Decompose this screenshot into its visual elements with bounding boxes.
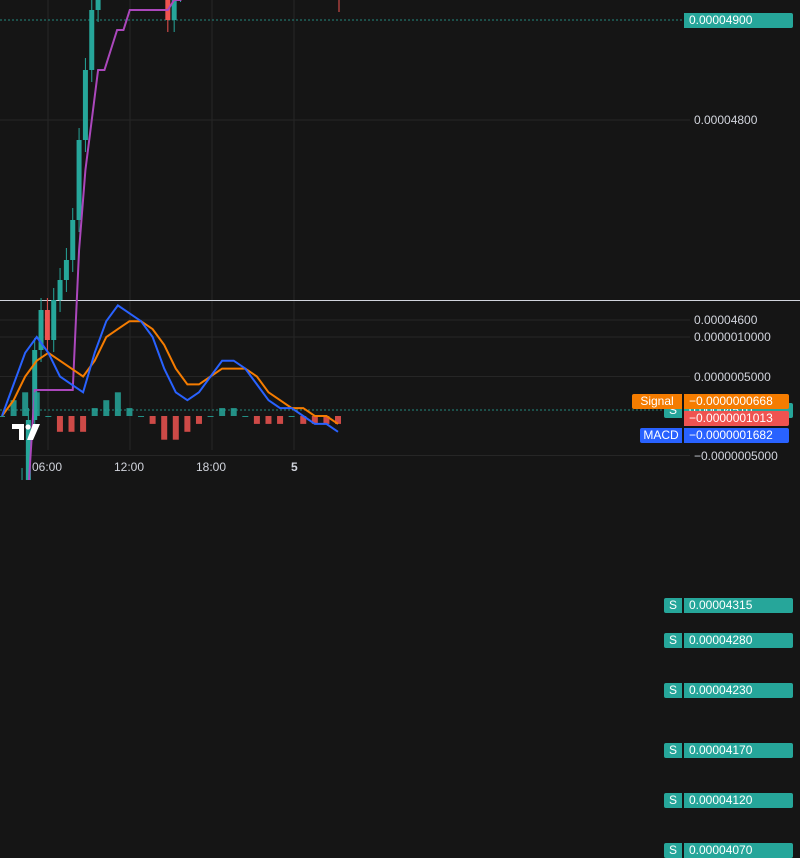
histogram-bar bbox=[33, 392, 40, 416]
level-tag-key: S bbox=[664, 742, 682, 758]
histogram-bar bbox=[219, 408, 226, 416]
histogram-bar bbox=[253, 416, 260, 424]
candle-body bbox=[51, 300, 57, 340]
macd-tick-label: 0.0000010000 bbox=[694, 330, 771, 344]
level-tag-key: S bbox=[664, 842, 682, 858]
level-tag-value: 0.00004900 bbox=[684, 12, 793, 28]
level-tag-value: 0.00004170 bbox=[684, 742, 793, 758]
histogram-bar bbox=[288, 416, 295, 417]
histogram-bar bbox=[80, 416, 87, 432]
histogram-bar bbox=[184, 416, 191, 432]
histogram-bar bbox=[138, 416, 145, 417]
level-tag-key: S bbox=[664, 597, 682, 613]
histogram-bar bbox=[114, 392, 121, 416]
candle-body bbox=[76, 140, 82, 220]
macd-tag-key: MACD bbox=[640, 428, 682, 443]
macd-tick-label: −0.0000005000 bbox=[694, 448, 778, 463]
candle-body bbox=[89, 10, 95, 70]
histogram-bar bbox=[103, 400, 110, 416]
tradingview-logo-icon[interactable] bbox=[12, 424, 42, 445]
candle-body bbox=[44, 310, 50, 340]
histogram-bar bbox=[242, 416, 249, 417]
level-tag-value: 0.00004230 bbox=[684, 682, 793, 698]
histogram-bar bbox=[45, 416, 52, 417]
level-tag-key: S bbox=[664, 682, 682, 698]
histogram-bar bbox=[161, 416, 168, 440]
macd-tag-key: Signal bbox=[632, 394, 682, 409]
price-tick-label: 0.00004800 bbox=[694, 113, 758, 127]
histogram-bar bbox=[172, 416, 179, 440]
histogram-bar bbox=[56, 416, 63, 432]
histogram-bar bbox=[68, 416, 75, 432]
histogram-bar bbox=[265, 416, 272, 424]
level-tag-key: S bbox=[664, 632, 682, 648]
histogram-bar bbox=[195, 416, 202, 424]
macd-tag-value: −0.0000001682 bbox=[684, 428, 789, 443]
time-tick-label: 06:00 bbox=[32, 460, 63, 474]
histogram-bar bbox=[149, 416, 156, 424]
level-tag-value: 0.00004120 bbox=[684, 792, 793, 808]
candle-body bbox=[95, 0, 101, 10]
macd-tag-value: −0.0000001013 bbox=[684, 411, 789, 426]
histogram-bar bbox=[126, 408, 133, 416]
level-tag-value: 0.00004280 bbox=[684, 632, 793, 648]
candle-body bbox=[82, 70, 88, 140]
price-tick-label: 0.00004600 bbox=[694, 313, 758, 327]
histogram-bar bbox=[207, 416, 214, 417]
macd-histogram bbox=[0, 392, 341, 440]
time-tick-label: 12:00 bbox=[114, 460, 145, 474]
candle-body bbox=[70, 220, 76, 260]
histogram-bar bbox=[22, 392, 29, 416]
macd-tag-value: −0.0000000668 bbox=[684, 394, 789, 409]
candle-body bbox=[57, 280, 63, 300]
histogram-bar bbox=[277, 416, 284, 424]
level-tag-value: 0.00004315 bbox=[684, 597, 793, 613]
level-tag-value: 0.00004070 bbox=[684, 842, 793, 858]
time-tick-label: 18:00 bbox=[196, 460, 227, 474]
histogram-bar bbox=[230, 408, 237, 416]
histogram-bar bbox=[91, 408, 98, 416]
grid bbox=[0, 0, 690, 456]
candle-body bbox=[63, 260, 69, 280]
time-tick-label: 5 bbox=[291, 460, 298, 474]
macd-tick-label: 0.0000005000 bbox=[694, 369, 771, 384]
level-tag-key: S bbox=[664, 792, 682, 808]
